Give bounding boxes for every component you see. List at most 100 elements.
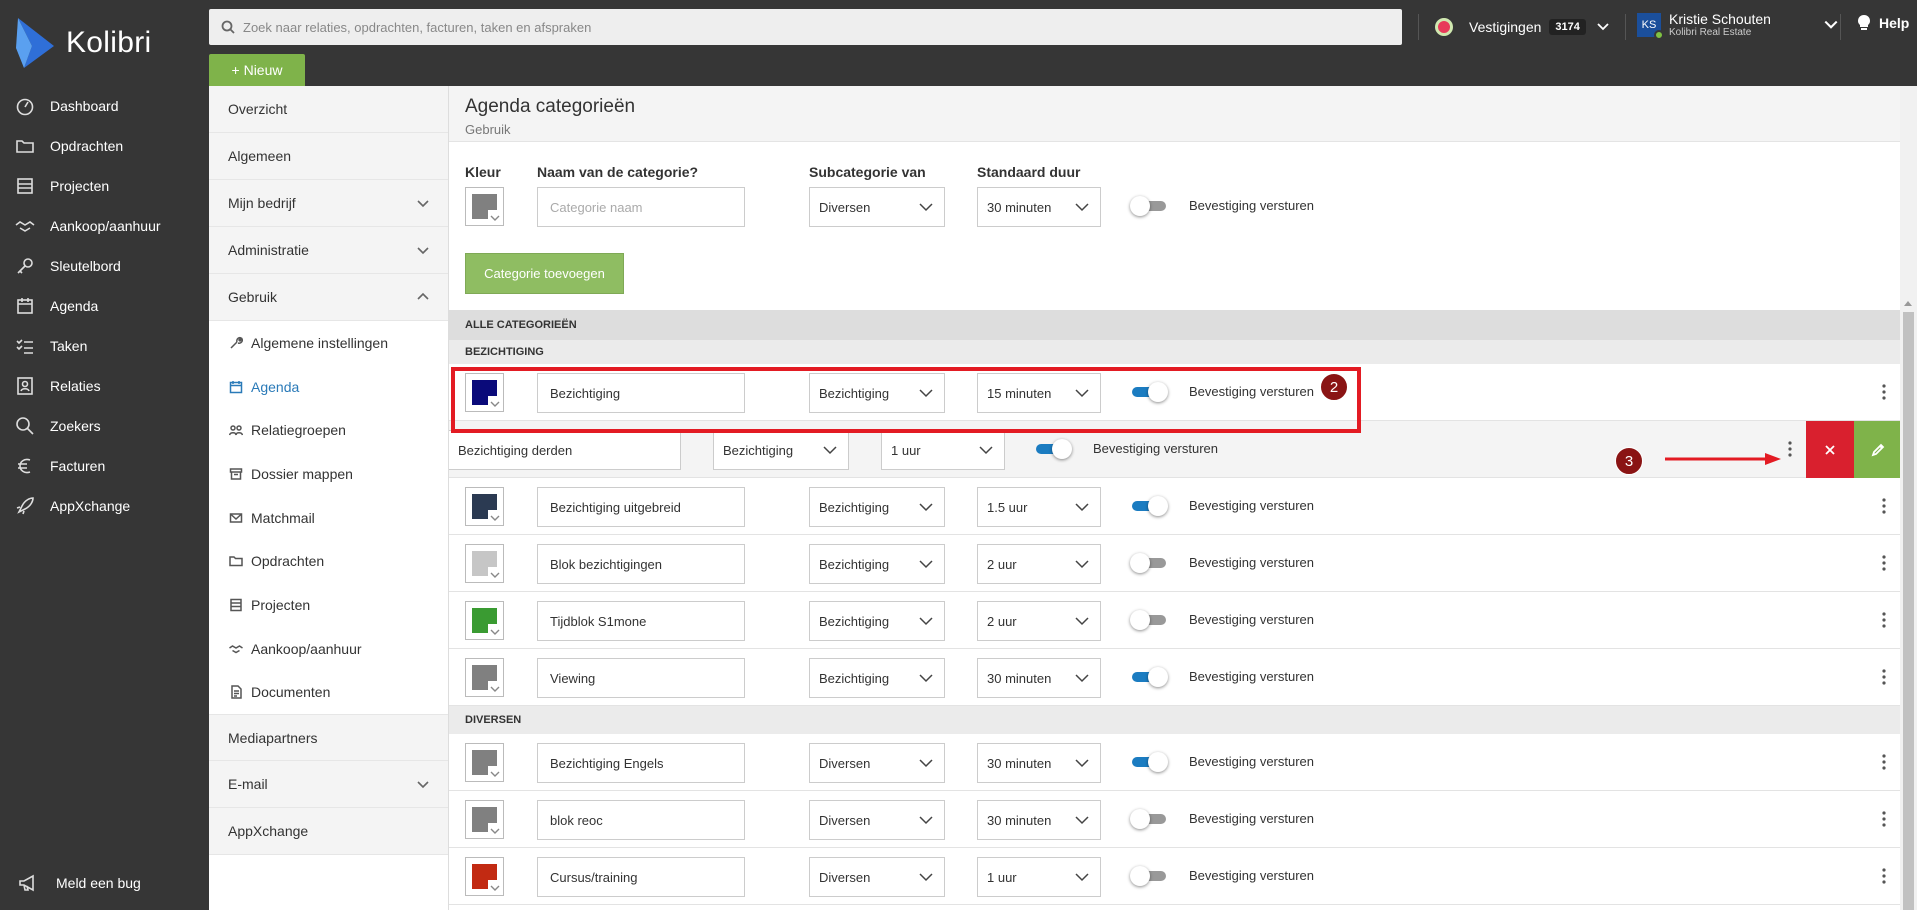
row-more-icon[interactable] (1876, 553, 1892, 573)
nav-item-dashboard[interactable]: Dashboard (0, 86, 209, 126)
row-more-icon[interactable] (1876, 667, 1892, 687)
nav-item-projecten[interactable]: Projecten (0, 166, 209, 206)
settings-item-email[interactable]: E-mail (209, 761, 448, 809)
row-subcategory-select[interactable]: Diversen (809, 743, 945, 783)
new-color-picker[interactable] (465, 187, 504, 226)
chevron-down-icon (488, 210, 501, 223)
user-menu[interactable]: KS Kristie Schouten Kolibri Real Estate (1637, 11, 1839, 41)
settings-item-gebruik[interactable]: Gebruik (209, 274, 448, 321)
row-color-picker[interactable] (465, 658, 504, 697)
row-confirm-toggle[interactable] (1130, 866, 1168, 886)
row-subcategory-select[interactable]: Bezichtiging (809, 544, 945, 584)
row-color-picker[interactable] (465, 800, 504, 839)
global-search[interactable] (209, 9, 1402, 45)
new-duration-select[interactable]: 30 minuten (977, 187, 1101, 227)
scrollbar-thumb[interactable] (1903, 312, 1914, 910)
page-scrollbar[interactable] (1900, 86, 1917, 910)
row-color-picker[interactable] (465, 857, 504, 896)
settings-sub-relatiegroepen[interactable]: Relatiegroepen (209, 408, 448, 453)
row-subcategory-select[interactable]: Bezichtiging (809, 487, 945, 527)
nav-item-relaties[interactable]: Relaties (0, 366, 209, 406)
row-more-icon[interactable] (1782, 439, 1798, 459)
new-subcategory-select[interactable]: Diversen (809, 187, 945, 227)
row-more-icon[interactable] (1876, 866, 1892, 886)
settings-sub-matchmail[interactable]: Matchmail (209, 495, 448, 540)
settings-sub-dossier-mappen[interactable]: Dossier mappen (209, 452, 448, 496)
new-category-name-input[interactable] (537, 187, 745, 227)
nav-item-opdrachten[interactable]: Opdrachten (0, 126, 209, 166)
settings-sub-projecten[interactable]: Projecten (209, 583, 448, 627)
settings-item-algemeen[interactable]: Algemeen (209, 133, 448, 180)
row-confirm-toggle[interactable] (1130, 610, 1168, 630)
row-color-picker[interactable] (465, 601, 504, 640)
settings-sub-algemene-instellingen[interactable]: Algemene instellingen (209, 321, 448, 365)
branches-selector[interactable]: Vestigingen 3174 (1435, 12, 1610, 42)
settings-item-mijn-bedrijf[interactable]: Mijn bedrijf (209, 180, 448, 227)
row-confirm-toggle[interactable] (1130, 752, 1168, 772)
row-subcategory-select[interactable]: Bezichtiging (809, 601, 945, 641)
row-duration-select[interactable]: 30 minuten (977, 800, 1101, 840)
nav-item-agenda[interactable]: Agenda (0, 286, 209, 326)
row-color-picker[interactable] (465, 487, 504, 526)
row-subcategory-select[interactable]: Bezichtiging (713, 430, 849, 470)
row-more-icon[interactable] (1876, 809, 1892, 829)
row-duration-select[interactable]: 30 minuten (977, 743, 1101, 783)
row-more-icon[interactable] (1876, 610, 1892, 630)
nav-item-sleutelbord[interactable]: Sleutelbord (0, 246, 209, 286)
row-name-input[interactable] (537, 487, 745, 527)
logo[interactable]: Kolibri (16, 18, 151, 68)
row-duration-select[interactable]: 2 uur (977, 601, 1101, 641)
row-duration-select[interactable]: 1 uur (977, 857, 1101, 897)
nav-item-zoekers[interactable]: Zoekers (0, 406, 209, 446)
row-more-icon[interactable] (1876, 752, 1892, 772)
nav-label: Dashboard (50, 98, 119, 114)
settings-item-appxchange[interactable]: AppXchange (209, 808, 448, 856)
row-name-input[interactable] (537, 658, 745, 698)
row-name-input[interactable] (537, 743, 745, 783)
row-duration-select[interactable]: 1.5 uur (977, 487, 1101, 527)
report-bug-link[interactable]: Meld een bug (18, 872, 141, 894)
settings-item-administratie[interactable]: Administratie (209, 227, 448, 274)
row-confirm-toggle[interactable] (1130, 553, 1168, 573)
row-color-picker[interactable] (465, 743, 504, 782)
settings-item-mediapartners[interactable]: Mediapartners (209, 714, 448, 762)
settings-sub-documenten[interactable]: Documenten (209, 670, 448, 715)
row-subcategory-select[interactable]: Diversen (809, 800, 945, 840)
help-button[interactable]: Help (1855, 14, 1909, 32)
row-duration-select[interactable]: 2 uur (977, 544, 1101, 584)
rocket-icon (14, 495, 36, 517)
row-color-picker[interactable] (465, 544, 504, 583)
row-name-input[interactable] (449, 430, 681, 470)
search-input[interactable] (243, 19, 1343, 35)
settings-item-overzicht[interactable]: Overzicht (209, 86, 448, 133)
row-duration-select[interactable]: 30 minuten (977, 658, 1101, 698)
delete-button[interactable] (1806, 421, 1854, 478)
row-subcategory-select[interactable]: Bezichtiging (809, 658, 945, 698)
row-more-icon[interactable] (1876, 382, 1892, 402)
settings-sub-aankoop[interactable]: Aankoop/aanhuur (209, 626, 448, 671)
settings-sub-opdrachten[interactable]: Opdrachten (209, 539, 448, 584)
row-name-input[interactable] (537, 601, 745, 641)
scroll-up-icon[interactable] (1904, 301, 1912, 306)
nav-item-taken[interactable]: Taken (0, 326, 209, 366)
contacts-icon (14, 375, 36, 397)
row-name-input[interactable] (537, 800, 745, 840)
row-name-input[interactable] (537, 857, 745, 897)
row-confirm-toggle[interactable] (1034, 439, 1072, 459)
row-duration-select[interactable]: 1 uur (881, 430, 1005, 470)
row-more-icon[interactable] (1876, 496, 1892, 516)
row-name-input[interactable] (537, 544, 745, 584)
row-subcategory-select[interactable]: Diversen (809, 857, 945, 897)
settings-sub-agenda[interactable]: Agenda (209, 364, 448, 409)
nav-item-aankoop[interactable]: Aankoop/aanhuur (0, 206, 209, 246)
edit-button[interactable] (1854, 421, 1900, 478)
nav-item-appxchange[interactable]: AppXchange (0, 486, 209, 526)
row-confirm-toggle[interactable] (1130, 809, 1168, 829)
add-category-button[interactable]: Categorie toevoegen (465, 253, 624, 294)
select-value: 30 minuten (987, 812, 1052, 828)
row-confirm-toggle[interactable] (1130, 667, 1168, 687)
nav-item-facturen[interactable]: Facturen (0, 446, 209, 486)
row-confirm-toggle[interactable] (1130, 496, 1168, 516)
new-button[interactable]: + Nieuw (209, 54, 305, 86)
new-confirm-toggle[interactable] (1130, 196, 1168, 216)
